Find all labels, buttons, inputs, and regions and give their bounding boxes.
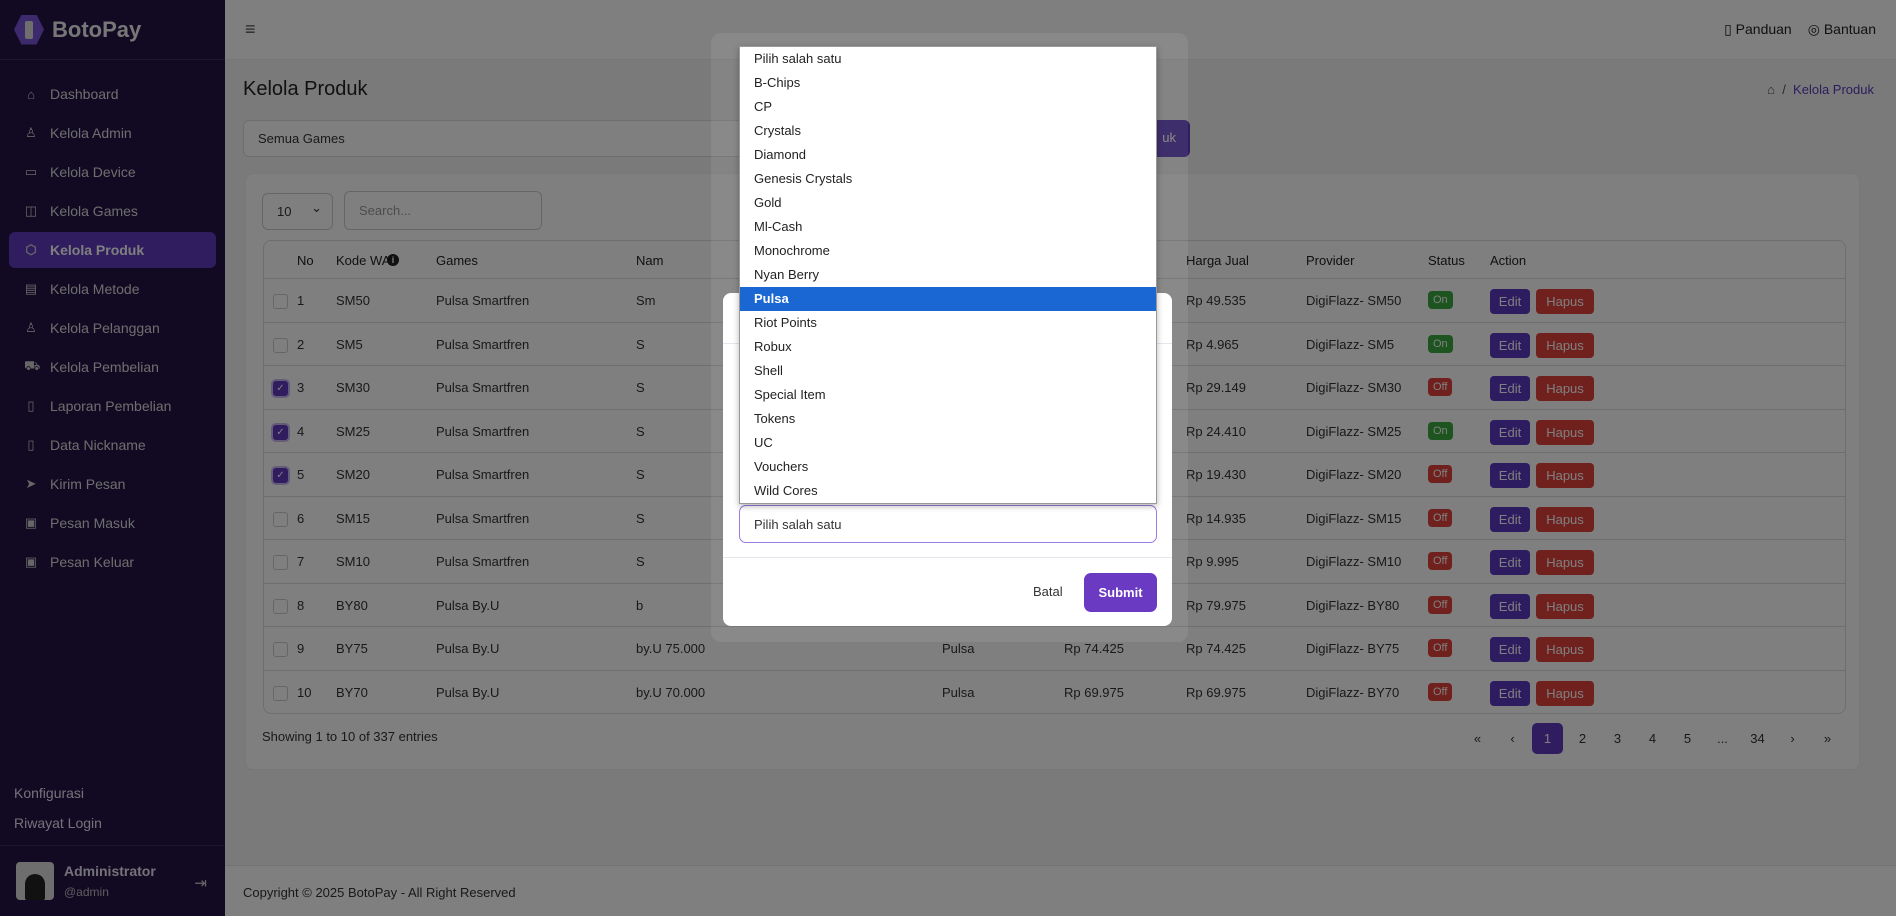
dropdown-option[interactable]: Diamond: [740, 143, 1156, 167]
dropdown-option[interactable]: Special Item: [740, 383, 1156, 407]
dropdown-option[interactable]: Crystals: [740, 119, 1156, 143]
dropdown-option[interactable]: UC: [740, 431, 1156, 455]
dropdown-option[interactable]: Pulsa: [740, 287, 1156, 311]
dropdown-option[interactable]: Genesis Crystals: [740, 167, 1156, 191]
dropdown-option[interactable]: Nyan Berry: [740, 263, 1156, 287]
dropdown-option[interactable]: Shell: [740, 359, 1156, 383]
dropdown-option[interactable]: B-Chips: [740, 71, 1156, 95]
dropdown-option[interactable]: Riot Points: [740, 311, 1156, 335]
dropdown-option[interactable]: Ml-Cash: [740, 215, 1156, 239]
dropdown-option[interactable]: CP: [740, 95, 1156, 119]
dropdown-option[interactable]: Tokens: [740, 407, 1156, 431]
cancel-button[interactable]: Batal: [1033, 584, 1063, 599]
dropdown-option[interactable]: Vouchers: [740, 455, 1156, 479]
dropdown-option[interactable]: Pilih salah satu: [740, 47, 1156, 71]
dropdown-option[interactable]: Robux: [740, 335, 1156, 359]
dropdown-option[interactable]: Gold: [740, 191, 1156, 215]
submit-button[interactable]: Submit: [1084, 573, 1157, 612]
modal-footer-divider: [723, 557, 1172, 558]
category-dropdown-list: Pilih salah satu B-Chips CP Crystals Diamond…: [739, 46, 1157, 504]
category-select[interactable]: Pilih salah satu: [739, 505, 1157, 543]
dropdown-option[interactable]: Wild Cores: [740, 479, 1156, 503]
dropdown-option[interactable]: Monochrome: [740, 239, 1156, 263]
